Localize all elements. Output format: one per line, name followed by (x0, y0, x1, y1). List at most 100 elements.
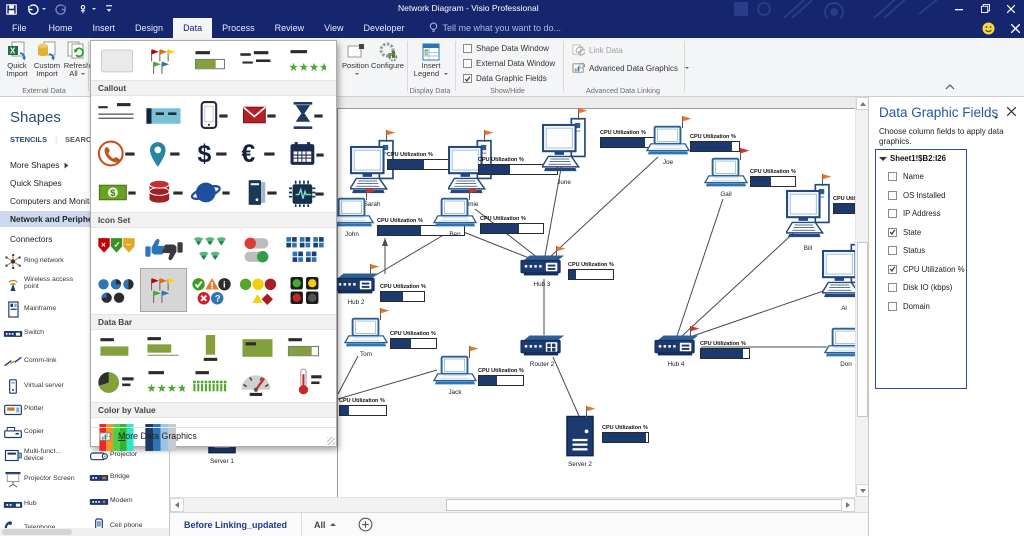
pin-callout-gallery-item[interactable] (140, 132, 187, 174)
shape-data-window-checkbox[interactable]: Shape Data Window (463, 44, 549, 53)
stencil-item-multi-funct-device[interactable]: Multi-funct... device (2, 443, 86, 467)
panel-menu-icon[interactable] (991, 107, 998, 125)
field-checkbox-cpu-utilization[interactable]: CPU Utilization % (888, 265, 965, 274)
insert-legend-button[interactable]: Insert Legend (411, 40, 451, 84)
thermometer-gallery-item[interactable] (281, 364, 328, 400)
database-callout-gallery-item[interactable] (140, 174, 187, 210)
text-callouts-gallery-item[interactable] (234, 44, 281, 78)
tab-data[interactable]: Data (173, 18, 212, 38)
stencil-item-comm-link[interactable]: Comm-link (2, 349, 86, 373)
node-hub-2[interactable]: Hub 2 (334, 273, 378, 302)
dollar-callout-gallery-item[interactable]: $ (187, 132, 234, 174)
close-icon[interactable] (998, 0, 1024, 17)
collapse-icon[interactable] (879, 157, 887, 165)
toggles-gallery-item[interactable] (234, 230, 281, 268)
node-tom[interactable]: Tom (344, 317, 388, 354)
flags-set-gallery-item[interactable] (140, 268, 187, 312)
stencil-item-modem[interactable]: Modem (88, 489, 170, 513)
tab-process[interactable]: Process (212, 18, 265, 38)
node-don[interactable]: Don (824, 327, 855, 364)
field-checkbox-disk-io-kbps[interactable]: Disk IO (kbps) (888, 283, 952, 292)
tally-gallery-item[interactable] (187, 364, 234, 400)
node-server-2[interactable]: Server 2 (566, 415, 594, 464)
qat-customize-icon[interactable] (105, 1, 113, 17)
field-checkbox-os-installed[interactable]: OS Installed (888, 191, 945, 200)
pages-dropdown[interactable]: All (302, 520, 348, 530)
field-checkbox-ip-address[interactable]: IP Address (888, 209, 941, 218)
scroll-right-icon[interactable] (841, 498, 855, 512)
stencil-item-bridge[interactable]: Bridge (88, 465, 170, 489)
tab-home[interactable]: Home (39, 18, 83, 38)
restore-icon[interactable] (972, 0, 998, 17)
bar-label-gallery-item[interactable] (93, 332, 140, 364)
tab-file[interactable]: File (0, 18, 39, 38)
money-callout-gallery-item[interactable]: $ (93, 174, 140, 210)
node-ben[interactable]: Ben (433, 197, 477, 234)
hourglass-callout-gallery-item[interactable] (281, 98, 328, 132)
page-tab[interactable]: Before Linking_updated (170, 513, 302, 536)
panel-close-icon[interactable] (1007, 107, 1016, 116)
vertical-bar-gallery-item[interactable] (187, 332, 234, 364)
tab-review[interactable]: Review (265, 18, 315, 38)
link-data-button[interactable]: Link Data (572, 44, 623, 56)
configure-button[interactable]: Configure (371, 40, 404, 84)
stencils-tab[interactable]: STENCILS (10, 135, 47, 144)
bar-baseline-gallery-item[interactable] (140, 332, 187, 364)
server-callout-gallery-item[interactable] (234, 174, 281, 210)
stencil-item-projector-screen[interactable]: Projector Screen (2, 467, 86, 491)
star-rating-gallery-item[interactable]: ★★★★ (281, 44, 328, 78)
highlight-callout-gallery-item[interactable] (140, 98, 187, 132)
stencil-item-plotter[interactable]: Plotter (2, 397, 86, 421)
traffic-lights-gallery-item[interactable] (281, 268, 328, 312)
globe-callout-gallery-item[interactable] (187, 174, 234, 210)
stars-gallery-item[interactable]: ★★★★ (140, 364, 187, 400)
mail-callout-gallery-item[interactable] (234, 98, 281, 132)
stencil-item-mainframe[interactable]: Mainframe (2, 297, 86, 321)
save-icon[interactable] (6, 1, 17, 17)
data-bar-gallery-item[interactable] (187, 44, 234, 78)
calendar-callout-gallery-item[interactable] (281, 132, 328, 174)
minimize-icon[interactable] (946, 0, 972, 17)
position-button[interactable]: Position (340, 40, 371, 84)
horizontal-scrollbar-thumb[interactable] (446, 499, 848, 511)
node-router-2[interactable]: Router 2 (520, 335, 564, 364)
node-al[interactable]: Al (822, 243, 855, 308)
stencil-item-hub[interactable]: Hub (2, 492, 86, 516)
undo-icon[interactable] (26, 1, 46, 17)
shields-gallery-item[interactable]: ×✓− (93, 230, 140, 268)
vertical-scrollbar-thumb[interactable] (857, 242, 868, 417)
none-gallery-item[interactable] (93, 44, 140, 78)
redo-icon[interactable] (55, 1, 68, 17)
block-bar-gallery-item[interactable] (234, 332, 281, 364)
node-jack[interactable]: Jack (433, 355, 477, 392)
node-bill[interactable]: Bill (786, 183, 830, 248)
field-checkbox-domain[interactable]: Domain (888, 302, 930, 311)
field-checkbox-state[interactable]: State (888, 228, 921, 237)
text-callout-gallery-item[interactable] (93, 98, 140, 132)
quick-import-button[interactable]: X Quick Import (2, 40, 32, 84)
stencil-item-copier[interactable]: Copier (2, 420, 86, 444)
horizontal-scrollbar[interactable] (170, 497, 855, 512)
node-gail[interactable]: Gail (704, 157, 748, 194)
flags-gallery-item[interactable] (140, 44, 187, 78)
shapes-set-gallery-item[interactable] (234, 268, 281, 312)
tab-view[interactable]: View (314, 18, 353, 38)
vertical-scrollbar[interactable] (855, 97, 868, 497)
collapse-ribbon-icon[interactable] (945, 84, 955, 90)
tab-insert[interactable]: Insert (83, 18, 126, 38)
data-range-node[interactable]: Sheet1!$B2:I26 (879, 154, 946, 163)
add-page-icon[interactable] (358, 517, 373, 532)
tab-design[interactable]: Design (125, 18, 173, 38)
node-hub-3[interactable]: Hub 3 (520, 255, 564, 284)
tab-developer[interactable]: Developer (353, 18, 414, 38)
field-checkbox-status[interactable]: Status (888, 246, 925, 255)
mobile-callout-gallery-item[interactable] (187, 98, 234, 132)
cpu-callout-gallery-item[interactable] (281, 174, 328, 210)
node-hub-4[interactable]: Hub 4 (654, 335, 698, 364)
external-data-window-checkbox[interactable]: External Data Window (463, 59, 555, 68)
node-joe[interactable]: Joe (646, 125, 690, 162)
stencil-item-wireless-access-point[interactable]: Wireless access point (2, 271, 86, 295)
field-checkbox-name[interactable]: Name (888, 172, 924, 181)
speedometer-gallery-item[interactable] (234, 364, 281, 400)
resize-grip[interactable] (327, 437, 335, 445)
